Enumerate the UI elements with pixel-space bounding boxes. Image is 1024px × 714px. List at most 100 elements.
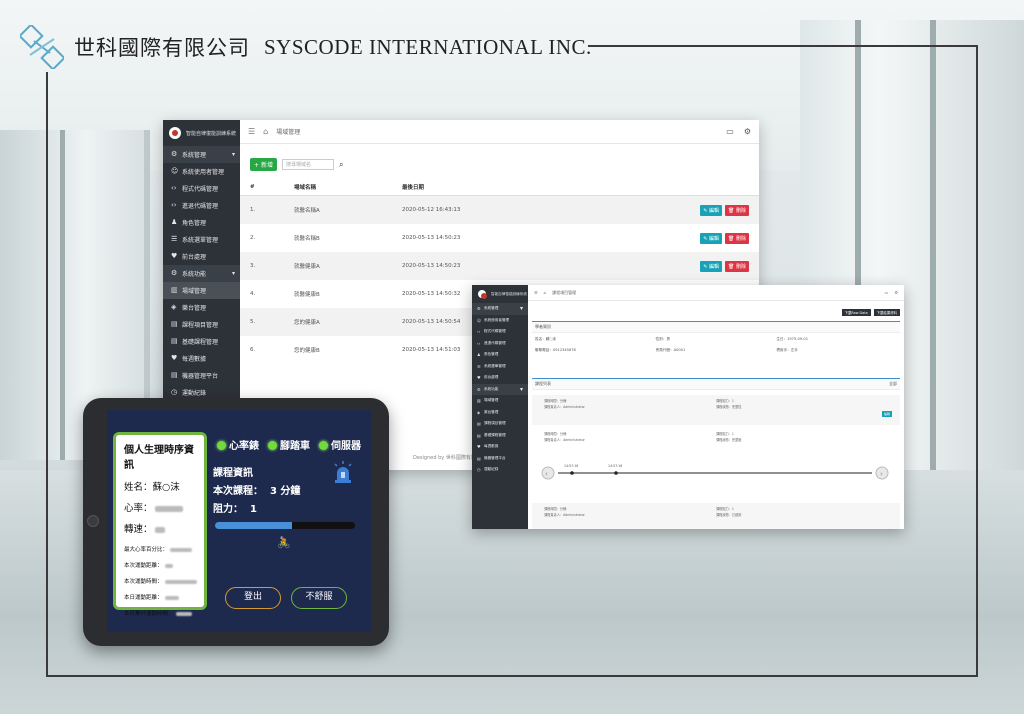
sidebar-item[interactable]: ⚙ 系統管理 ▾	[163, 146, 240, 163]
gear-icon[interactable]: ⚙	[744, 127, 751, 136]
course-duration: 本次課程： 3 分鐘	[213, 486, 301, 497]
show-all-toggle[interactable]: 全部	[889, 381, 897, 387]
sidebar-item[interactable]: ◈ 樂台管理	[163, 299, 240, 316]
sidebar-item[interactable]: ⚙ 系統功能 ▾	[472, 383, 528, 395]
search-input[interactable]: 搜尋場域名	[281, 159, 334, 170]
user-icon: ☺	[171, 167, 179, 175]
sidebar-item[interactable]: ▥ 場域管理	[472, 395, 528, 407]
info-field: 生日：1975-09-01	[776, 337, 808, 341]
users-icon: ♟	[171, 218, 178, 226]
sidebar-item[interactable]: ♥ 每週數據	[163, 350, 240, 367]
sidebar-item[interactable]: ▥ 場域管理	[163, 282, 240, 299]
toolbar: + 新增 搜尋場域名 ⌕	[250, 158, 343, 171]
sidebar-item[interactable]: ☰ 系統選單管理	[472, 361, 528, 373]
sidebar-item[interactable]: ▤ 機器管理平台	[163, 367, 240, 384]
record-field: 課程阻力：1	[716, 399, 734, 403]
row-actions: ✎ 編輯 🗑 刪除	[700, 260, 749, 272]
building-icon: ▥	[171, 286, 178, 294]
record-field: 課程狀態：已啟用	[716, 513, 742, 517]
sidebar-item[interactable]: ▤ 機器管理平台	[472, 453, 528, 465]
sidebar-item-label: 系統選單管理	[484, 363, 506, 368]
download-raw-button[interactable]: 下載Raw Data	[841, 309, 871, 316]
sidebar-item[interactable]: ‹› 程式代碼管理	[472, 326, 528, 338]
sidebar-item-label: 前台處理	[182, 254, 207, 261]
search-icon[interactable]: ⌕	[339, 160, 343, 170]
stat-value	[170, 547, 193, 552]
delete-button[interactable]: 🗑 刪除	[725, 232, 749, 244]
record-edit-button[interactable]: 編輯	[881, 411, 892, 417]
car-icon: ◈	[171, 303, 177, 311]
frame-line	[46, 675, 978, 677]
record-field: 課程狀態：完整度	[716, 438, 742, 442]
edit-button[interactable]: ✎ 編輯	[700, 232, 723, 244]
breadcrumb: 課程項目管理	[552, 289, 577, 295]
home-button[interactable]	[87, 515, 99, 527]
fullscreen-icon[interactable]: ▭	[726, 127, 734, 136]
sidebar-item-label: 系統選單管理	[182, 237, 219, 244]
sidebar-item[interactable]: ◈ 樂台管理	[472, 407, 528, 419]
app-logo-icon	[169, 127, 181, 139]
sidebar-item[interactable]: ‹› 進退代碼管理	[472, 338, 528, 350]
add-button[interactable]: + 新增	[250, 158, 277, 171]
download-report-button[interactable]: 下載結果資料	[873, 309, 900, 316]
sidebar-item-label: 程式代碼管理	[182, 186, 219, 193]
timeline-point	[614, 471, 618, 475]
sidebar-item[interactable]: ♟ 角色管理	[163, 214, 240, 231]
sidebar-item[interactable]: ‹› 進退代碼管理	[163, 197, 240, 214]
status-dot-icon	[268, 441, 277, 450]
fullscreen-icon[interactable]: ▭	[885, 290, 889, 295]
sidebar-item-label: 進退代碼管理	[484, 340, 506, 345]
sidebar-item[interactable]: ⚙ 系統管理 ▾	[472, 303, 528, 315]
gear-icon[interactable]: ⚙	[894, 290, 898, 295]
sidebar-item[interactable]: ♥ 前台處理	[472, 372, 528, 384]
name-label: 姓名：	[124, 482, 153, 493]
sidebar-item[interactable]: ‹› 程式代碼管理	[163, 180, 240, 197]
stat-row: 最大心率百分比：	[124, 545, 196, 553]
home-icon[interactable]: ⌂	[263, 127, 268, 136]
top-bar: ☰ ⌂ 課程項目管理 ▭ ⚙	[528, 285, 904, 301]
sidebar-item[interactable]: ♥ 前台處理	[163, 248, 240, 265]
row-number: 3.	[250, 263, 256, 269]
clock-icon: ◷	[477, 467, 481, 473]
heart-rate-row: 心率：	[124, 500, 196, 514]
app-logo-icon	[478, 290, 487, 299]
sidebar-item[interactable]: ▤ 基礎課程管理	[472, 430, 528, 442]
sidebar-item[interactable]: ☺ 系統使用者管理	[163, 163, 240, 180]
sidebar-item[interactable]: ▤ 課程項目管理	[472, 418, 528, 430]
delete-button[interactable]: 🗑 刪除	[725, 260, 749, 272]
course-record: 課程時間：分鐘 課程阻力：1 課程負責人：Administrator 課程狀態：…	[532, 503, 900, 529]
app-title: 智能自律復能訓練系統	[491, 291, 527, 296]
home-icon[interactable]: ⌂	[544, 290, 547, 295]
chevron-down-icon: ▾	[519, 385, 523, 393]
sidebar-item[interactable]: ☰ 系統選單管理	[163, 231, 240, 248]
edit-button[interactable]: ✎ 編輯	[700, 204, 723, 216]
menu-icon[interactable]: ☰	[248, 127, 255, 136]
course-progress-bar	[215, 522, 355, 529]
info-field: 姓名：蘇○沫	[535, 337, 557, 341]
sidebar-item[interactable]: ⚙ 系統功能 ▾	[163, 265, 240, 282]
course-title: 課程資訊	[213, 468, 253, 479]
sidebar-item[interactable]: ☺ 系統使用者管理	[472, 315, 528, 327]
sidebar-item[interactable]: ▤ 課程項目管理	[163, 316, 240, 333]
course-record: 課程時間：分鐘 課程阻力：1 課程負責人：Administrator 課程狀態：…	[532, 395, 900, 425]
logout-button[interactable]: 登出	[225, 587, 281, 609]
sidebar-item-label: 機器管理平台	[182, 373, 219, 380]
edit-button[interactable]: ✎ 編輯	[700, 260, 723, 272]
sidebar-item[interactable]: ♟ 角色管理	[472, 349, 528, 361]
name-row: 姓名：蘇○沫	[124, 479, 196, 493]
info-field: 性別：男	[655, 337, 671, 341]
heart-icon: ♥	[171, 354, 178, 362]
timeline-label: 14:57:16	[564, 464, 578, 468]
sidebar-item[interactable]: ♥ 每週數據	[472, 441, 528, 453]
sidebar-item[interactable]: ▤ 基礎課程管理	[163, 333, 240, 350]
menu-icon[interactable]: ☰	[534, 290, 538, 295]
feel-unwell-button[interactable]: 不舒服	[291, 587, 347, 609]
record-field: 課程狀態：完整性	[716, 405, 742, 409]
section-title: 學者資訊	[532, 322, 900, 333]
sidebar-item[interactable]: ◷ 運動紀錄	[472, 464, 528, 476]
speed-row: 轉速：	[124, 521, 196, 535]
company-name-cn: 世科國際有限公司	[74, 36, 250, 60]
course-info: 課程資訊 本次課程： 3 分鐘 阻力： 1	[213, 465, 300, 519]
doc-icon: ▤	[477, 421, 481, 427]
delete-button[interactable]: 🗑 刪除	[725, 204, 749, 216]
